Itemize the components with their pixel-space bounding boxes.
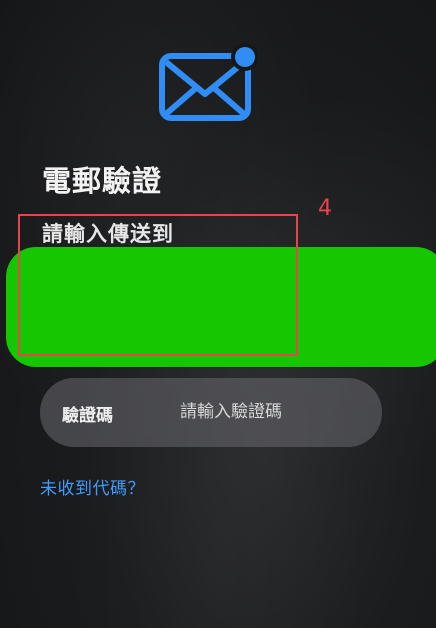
verification-code-field[interactable]: 驗證碼 [40,378,382,447]
verification-code-input[interactable] [180,398,360,426]
code-field-label: 驗證碼 [62,406,113,426]
resend-code-link[interactable]: 未收到代碼？ [40,474,145,499]
page-title: 電郵驗證 [42,164,163,198]
mail-notification-icon [158,42,259,124]
annotation-label: 4 [318,196,332,221]
annotation-box [18,214,298,356]
